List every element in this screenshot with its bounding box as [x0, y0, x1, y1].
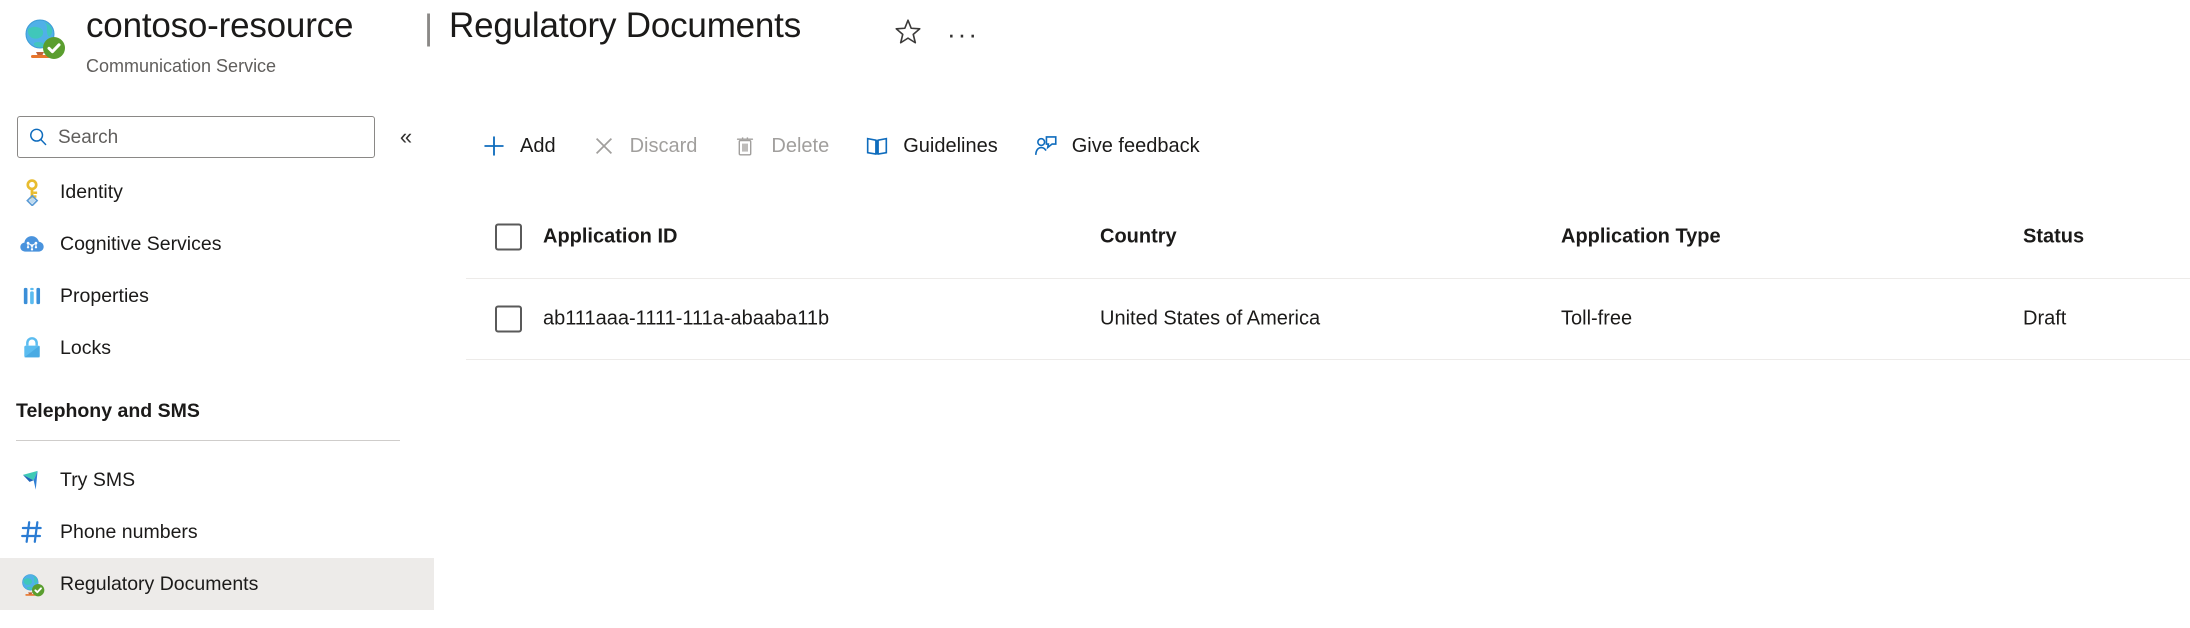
table-row[interactable]: ab111aaa-1111-111a-abaaba11b United Stat…: [466, 279, 2190, 360]
table-header-row: Application ID Country Application Type …: [466, 196, 2190, 279]
add-button-label: Add: [520, 134, 556, 157]
plus-icon: [480, 132, 508, 160]
guidelines-button-label: Guidelines: [903, 134, 998, 157]
search-box[interactable]: Search: [17, 116, 375, 158]
globe-check-icon: [15, 567, 49, 601]
sidebar-section-telephony: Telephony and SMS: [16, 400, 416, 423]
resource-type: Communication Service: [86, 56, 277, 76]
select-all-checkbox[interactable]: [495, 223, 522, 251]
command-bar: Add Discard Delete Guidelines Give feedb…: [466, 118, 1220, 174]
search-input[interactable]: Search: [58, 128, 118, 147]
close-x-icon: [590, 132, 618, 160]
column-header-country[interactable]: Country: [1100, 226, 1177, 249]
cell-application-id: ab111aaa-1111-111a-abaaba11b: [543, 307, 830, 330]
sidebar-item-label: Phone numbers: [60, 520, 198, 543]
sidebar-section-title: Telephony and SMS: [16, 400, 200, 422]
sidebar-item-label: Identity: [60, 180, 123, 203]
sidebar-item-cognitive-services[interactable]: Cognitive Services: [0, 218, 434, 270]
give-feedback-button[interactable]: Give feedback: [1018, 118, 1214, 174]
sidebar-item-label: Locks: [60, 336, 111, 359]
cell-status: Draft: [2023, 307, 2067, 330]
sidebar-item-try-sms[interactable]: Try SMS: [0, 454, 434, 506]
sidebar-section-divider: [16, 440, 400, 441]
guidelines-button[interactable]: Guidelines: [849, 118, 1012, 174]
book-icon: [863, 132, 891, 160]
azure-portal-blade: contoso-resource Communication Service |…: [0, 0, 2190, 628]
chevron-double-left-icon: «: [399, 124, 413, 149]
page-title: Regulatory Documents: [449, 6, 801, 45]
more-options-button[interactable]: ···: [943, 16, 983, 52]
cloud-ai-icon: [15, 227, 49, 261]
blade-header: contoso-resource Communication Service |…: [0, 0, 2190, 108]
add-button[interactable]: Add: [466, 118, 570, 174]
discard-button-label: Discard: [629, 134, 698, 157]
column-header-status[interactable]: Status: [2023, 226, 2084, 249]
cell-country: United States of America: [1100, 307, 1321, 330]
row-select-checkbox[interactable]: [495, 305, 522, 333]
sidebar-item-phone-numbers[interactable]: Phone numbers: [0, 506, 434, 558]
cell-application-type: Toll-free: [1561, 307, 1633, 330]
ellipsis-icon: ···: [947, 19, 979, 49]
globe-check-icon: [18, 12, 68, 62]
sidebar-item-label: Cognitive Services: [60, 232, 222, 255]
sidebar-item-locks[interactable]: Locks: [0, 322, 434, 374]
key-icon: [15, 175, 49, 209]
sidebar-item-label: Try SMS: [60, 468, 136, 491]
star-outline-icon: [893, 17, 923, 52]
paper-plane-icon: [15, 463, 49, 497]
properties-icon: [15, 279, 49, 313]
search-icon: [18, 117, 58, 157]
column-header-application-id[interactable]: Application ID: [543, 226, 677, 249]
collapse-sidebar-button[interactable]: «: [390, 121, 422, 153]
sidebar-item-label: Properties: [60, 284, 149, 307]
title-separator: |: [424, 8, 434, 47]
sidebar-item-regulatory-documents[interactable]: Regulatory Documents: [0, 558, 434, 610]
discard-button[interactable]: Discard: [576, 118, 712, 174]
favorite-button[interactable]: [890, 16, 926, 52]
regulatory-documents-table: Application ID Country Application Type …: [466, 196, 2190, 360]
column-header-application-type[interactable]: Application Type: [1561, 226, 1721, 249]
hash-icon: [15, 515, 49, 549]
sidebar-item-label: Regulatory Documents: [60, 572, 259, 595]
lock-icon: [15, 331, 49, 365]
delete-button-label: Delete: [771, 134, 830, 157]
give-feedback-button-label: Give feedback: [1071, 134, 1200, 157]
sidebar: Search « Identity Cognitive Services Pro…: [0, 108, 434, 628]
delete-button[interactable]: Delete: [717, 118, 843, 174]
trash-icon: [731, 132, 759, 160]
resource-name: contoso-resource: [86, 6, 354, 45]
feedback-icon: [1032, 132, 1060, 160]
sidebar-item-identity[interactable]: Identity: [0, 166, 434, 218]
sidebar-item-properties[interactable]: Properties: [0, 270, 434, 322]
